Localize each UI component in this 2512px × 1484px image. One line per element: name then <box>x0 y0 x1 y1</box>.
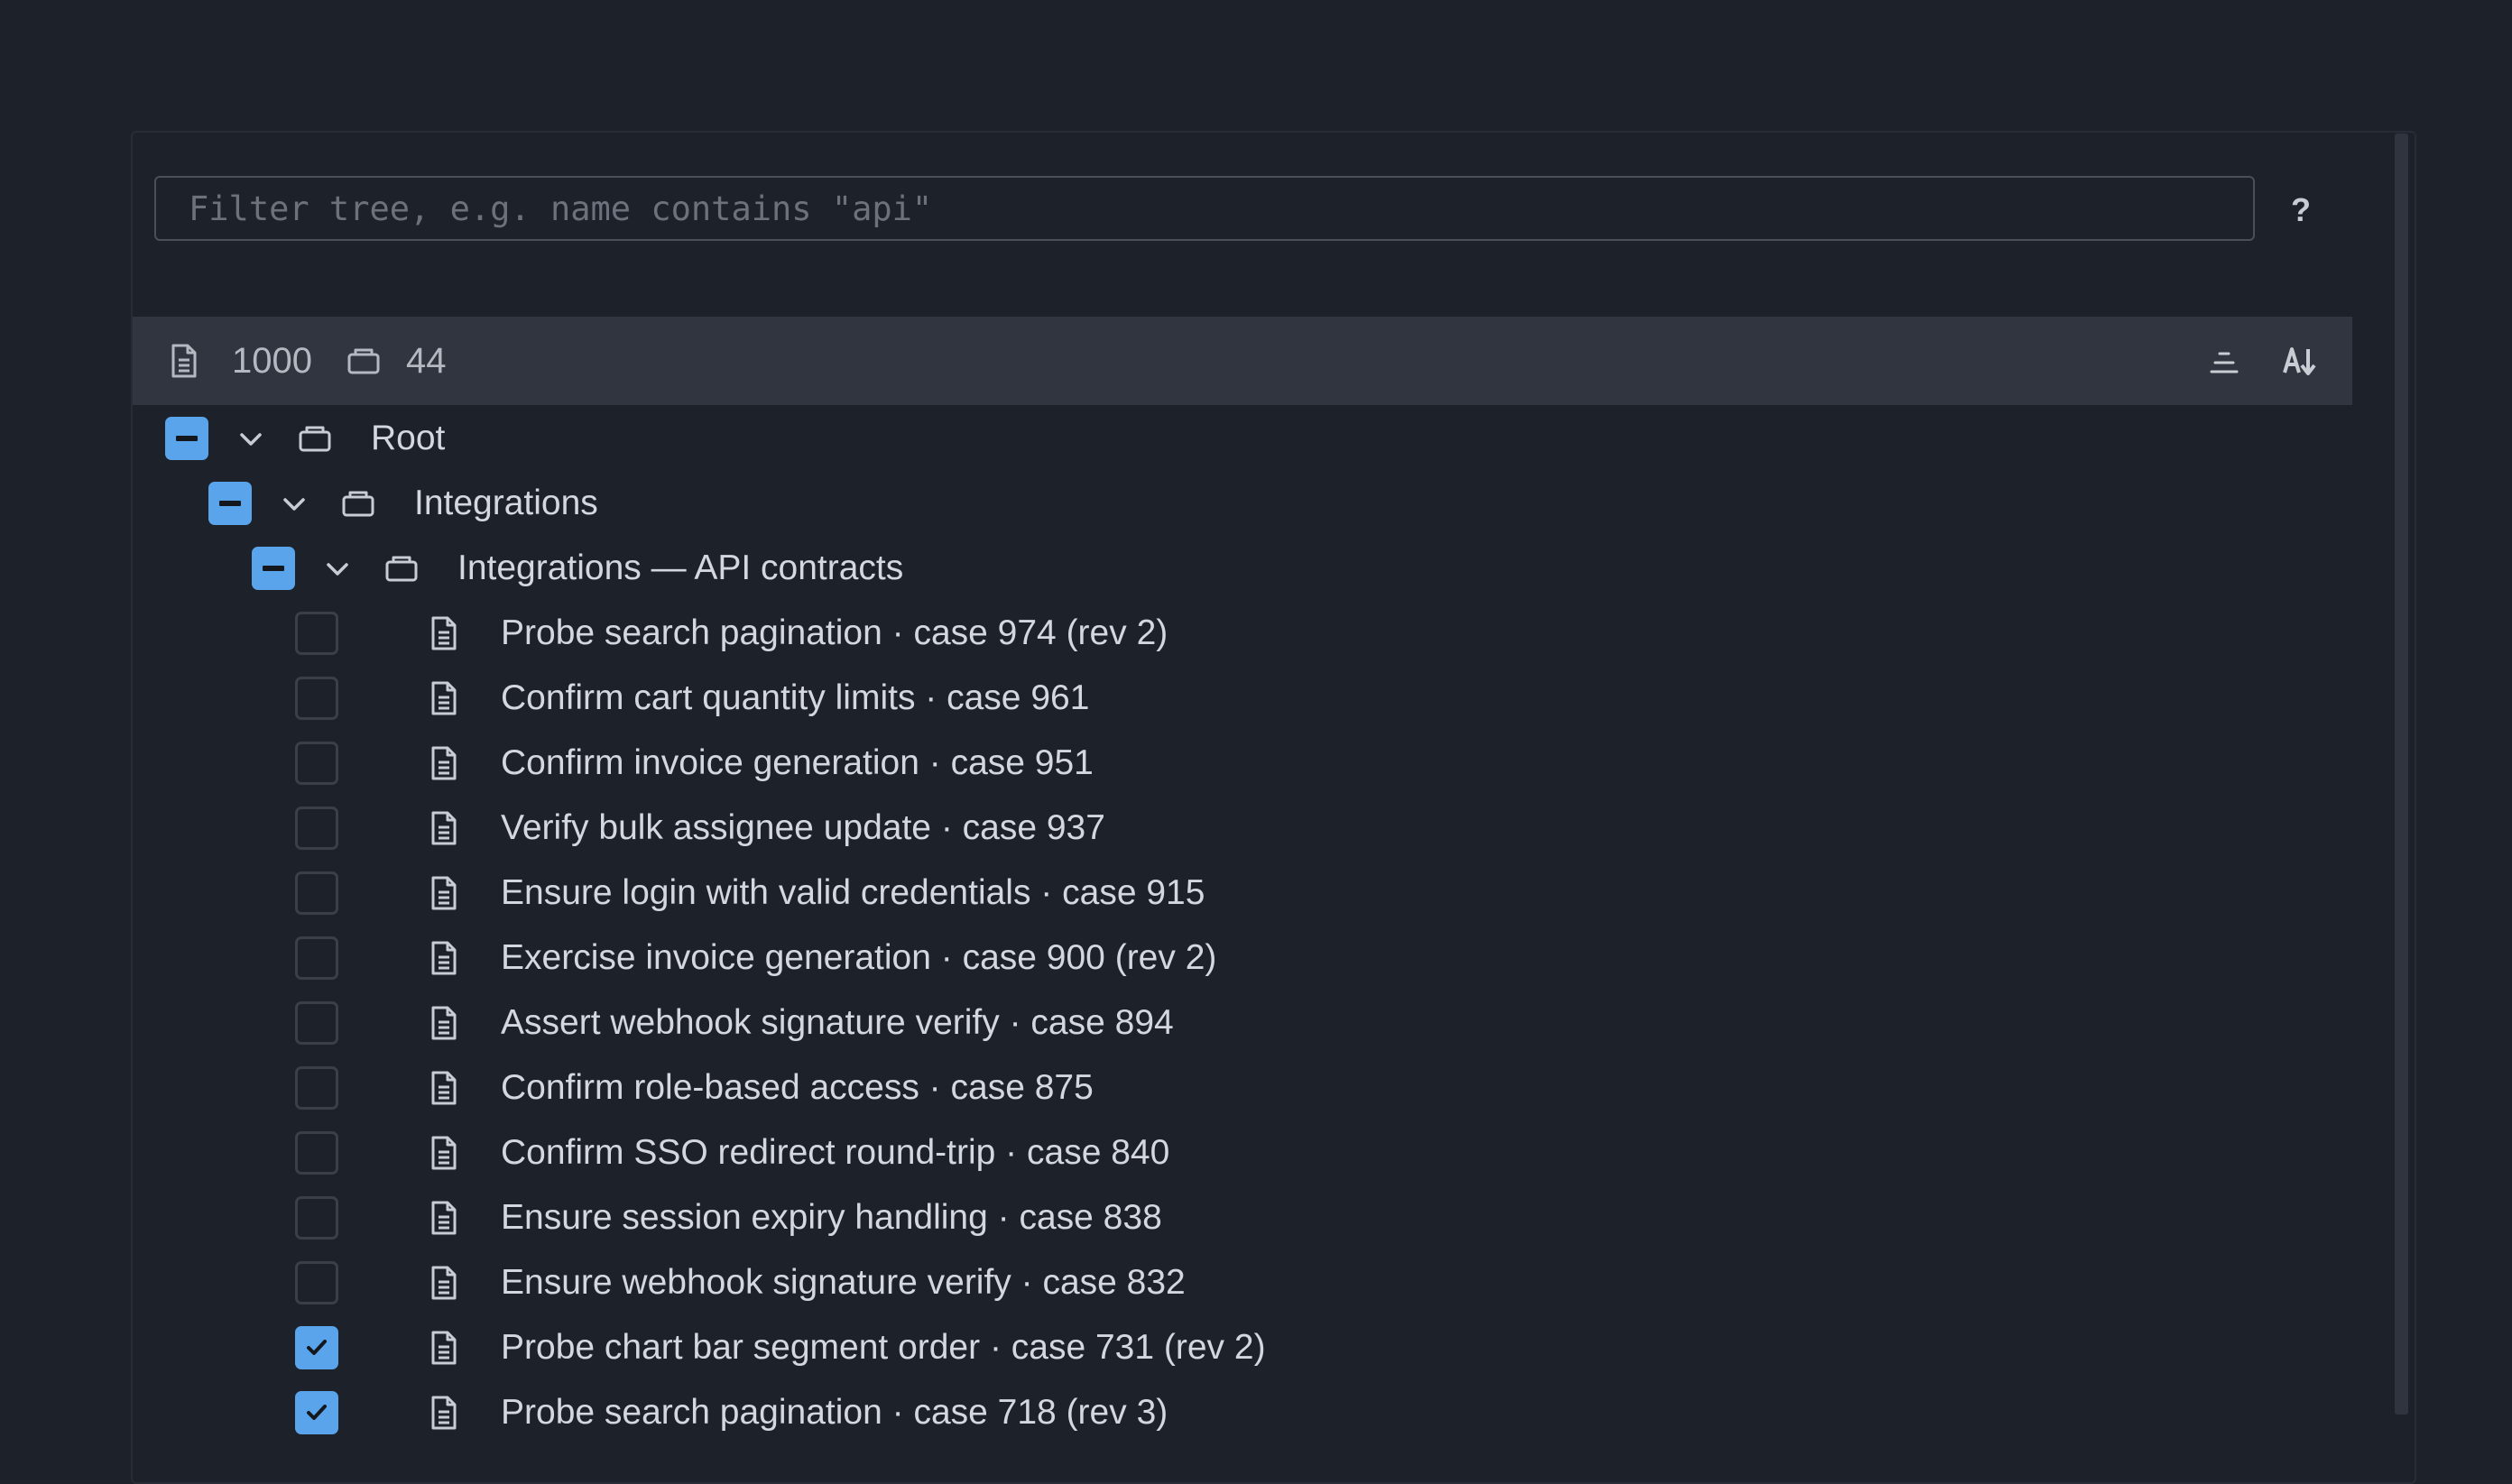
tree-node-integrations[interactable]: Integrations <box>133 470 2352 535</box>
check-icon <box>307 1405 327 1420</box>
node-label: Root <box>371 419 446 457</box>
folder-icon <box>385 556 418 582</box>
file-icon <box>431 746 457 780</box>
file-icon <box>431 1201 457 1235</box>
tree-item[interactable]: Confirm SSO redirect round-trip · case 8… <box>133 1120 2352 1184</box>
node-label: Integrations — API contracts <box>457 548 904 587</box>
folder-icon <box>347 348 380 374</box>
tree-node-root[interactable]: Root <box>133 405 2352 470</box>
item-label: Confirm role-based access · case 875 <box>501 1068 1094 1107</box>
tree-item[interactable]: Confirm role-based access · case 875 <box>133 1055 2352 1120</box>
help-button[interactable]: ? <box>2283 185 2319 235</box>
file-icon <box>431 1331 457 1365</box>
chevron-down-icon[interactable] <box>236 425 265 454</box>
item-checkbox[interactable] <box>295 1131 338 1175</box>
chevron-down-icon[interactable] <box>323 555 352 584</box>
node-checkbox[interactable] <box>208 482 252 525</box>
chevron-down-icon[interactable] <box>280 490 309 519</box>
file-icon <box>431 1266 457 1300</box>
tree-item[interactable]: Ensure webhook signature verify · case 8… <box>133 1249 2352 1314</box>
item-label: Verify bulk assignee update · case 937 <box>501 808 1105 847</box>
tree-item[interactable]: Probe search pagination · case 718 (rev … <box>133 1379 2352 1444</box>
scrollbar[interactable] <box>2395 134 2408 1415</box>
item-checkbox[interactable] <box>295 1001 338 1045</box>
collapse-all-icon[interactable] <box>2204 342 2244 382</box>
file-icon <box>431 1136 457 1170</box>
item-label: Probe search pagination · case 974 (rev … <box>501 613 1168 652</box>
folders-count: 44 <box>406 341 447 381</box>
node-label: Integrations <box>414 484 598 522</box>
file-icon <box>431 1396 457 1430</box>
file-icon <box>171 344 197 378</box>
file-icon <box>431 941 457 975</box>
node-checkbox[interactable] <box>165 417 208 460</box>
file-icon <box>431 1071 457 1105</box>
folder-icon <box>342 491 374 517</box>
files-count: 1000 <box>232 341 312 381</box>
item-checkbox[interactable] <box>295 807 338 850</box>
tree-item[interactable]: Confirm cart quantity limits · case 961 <box>133 665 2352 730</box>
tree-item[interactable]: Exercise invoice generation · case 900 (… <box>133 925 2352 990</box>
tree-item[interactable]: Confirm invoice generation · case 951 <box>133 730 2352 795</box>
tree-item[interactable]: Assert webhook signature verify · case 8… <box>133 990 2352 1055</box>
item-checkbox-checked[interactable] <box>295 1326 338 1369</box>
item-checkbox[interactable] <box>295 612 338 655</box>
item-label: Assert webhook signature verify · case 8… <box>501 1003 1174 1042</box>
file-icon <box>431 1006 457 1040</box>
tree-item[interactable]: Ensure session expiry handling · case 83… <box>133 1184 2352 1249</box>
tree-item[interactable]: Probe chart bar segment order · case 731… <box>133 1314 2352 1379</box>
item-label: Probe search pagination · case 718 (rev … <box>501 1393 1168 1432</box>
tree-item[interactable]: Probe search pagination · case 974 (rev … <box>133 600 2352 665</box>
item-label: Ensure login with valid credentials · ca… <box>501 873 1205 912</box>
tree-node-api-contracts[interactable]: Integrations — API contracts <box>133 535 2352 600</box>
file-icon <box>431 616 457 650</box>
file-icon <box>431 681 457 715</box>
item-checkbox[interactable] <box>295 1196 338 1240</box>
item-label: Ensure webhook signature verify · case 8… <box>501 1263 1186 1302</box>
item-checkbox-checked[interactable] <box>295 1391 338 1434</box>
file-icon <box>431 876 457 910</box>
file-icon <box>431 811 457 845</box>
item-label: Ensure session expiry handling · case 83… <box>501 1198 1162 1237</box>
item-label: Probe chart bar segment order · case 731… <box>501 1328 1266 1367</box>
item-checkbox[interactable] <box>295 1261 338 1304</box>
item-checkbox[interactable] <box>295 677 338 720</box>
folder-icon <box>299 426 331 452</box>
tree-item[interactable]: Ensure login with valid credentials · ca… <box>133 860 2352 925</box>
item-checkbox[interactable] <box>295 742 338 785</box>
filter-input[interactable] <box>154 176 2255 241</box>
item-checkbox[interactable] <box>295 936 338 980</box>
sort-alpha-icon[interactable] <box>2280 342 2320 382</box>
stats-bar: 1000 44 <box>133 317 2352 405</box>
item-label: Confirm invoice generation · case 951 <box>501 743 1094 782</box>
item-checkbox[interactable] <box>295 871 338 915</box>
item-label: Confirm SSO redirect round-trip · case 8… <box>501 1133 1170 1172</box>
node-checkbox[interactable] <box>252 547 295 590</box>
check-icon <box>307 1340 327 1355</box>
item-label: Confirm cart quantity limits · case 961 <box>501 678 1090 717</box>
item-label: Exercise invoice generation · case 900 (… <box>501 938 1217 977</box>
tree-item[interactable]: Verify bulk assignee update · case 937 <box>133 795 2352 860</box>
item-checkbox[interactable] <box>295 1066 338 1110</box>
